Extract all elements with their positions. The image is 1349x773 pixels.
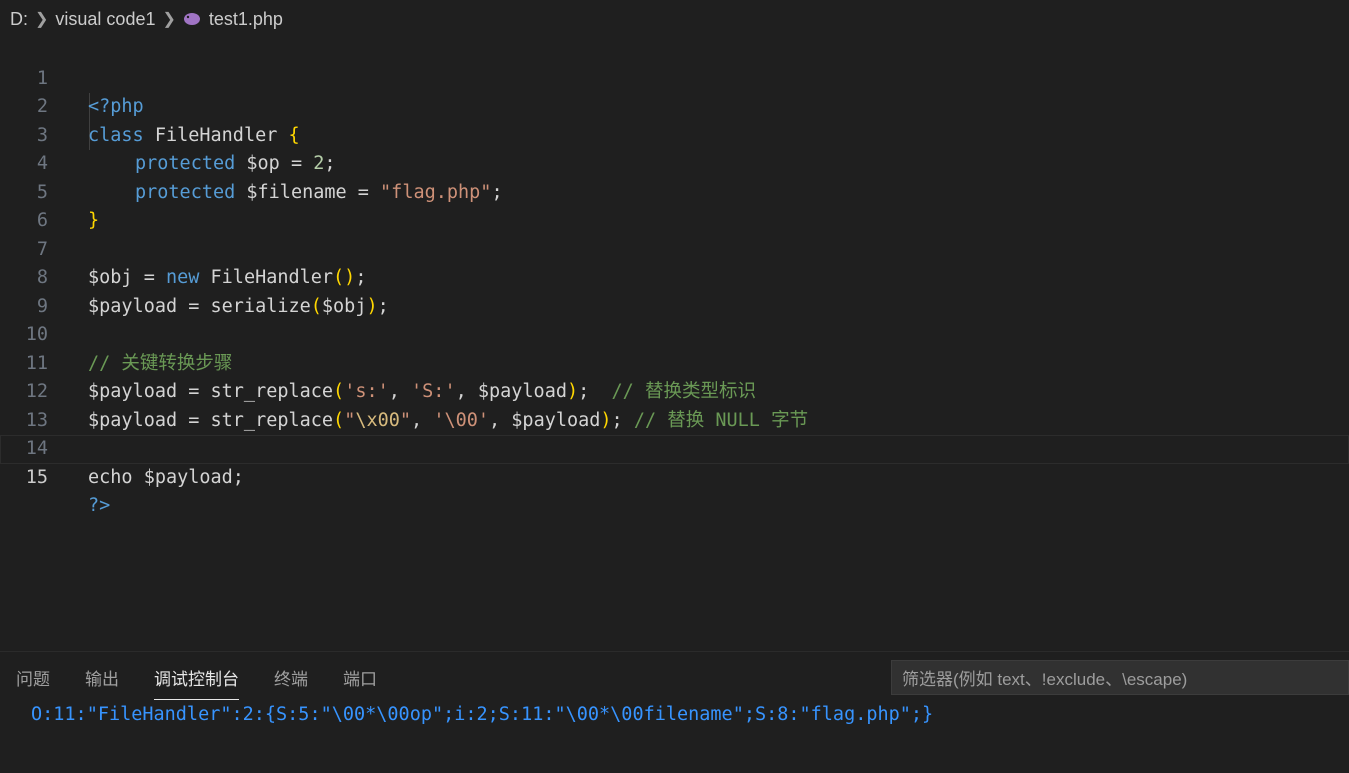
tab-terminal[interactable]: 终端 xyxy=(274,662,308,698)
code-editor[interactable]: 1 <?php 2 class FileHandler { 3 protecte… xyxy=(0,36,1349,652)
code-line[interactable]: 10 // 关键转换步骤 xyxy=(0,293,1349,374)
code-line[interactable]: 4 protected $filename = "flag.php"; xyxy=(0,122,1349,203)
line-number-active: 15 xyxy=(25,466,48,488)
statement: echo $payload; xyxy=(88,466,244,488)
code-line[interactable]: 13 xyxy=(0,378,1349,431)
code-line[interactable]: 3 protected $op = 2; xyxy=(0,93,1349,175)
tab-debug-console[interactable]: 调试控制台 xyxy=(154,662,239,700)
breadcrumb-file[interactable]: test1.php xyxy=(209,9,283,30)
code-line[interactable]: 14 echo $payload; xyxy=(0,407,1349,488)
code-line[interactable]: 8 $payload = serialize($obj); xyxy=(0,236,1349,317)
code-line[interactable]: 9 xyxy=(0,264,1349,317)
php-elephant-icon xyxy=(183,12,201,26)
code-line[interactable]: 7 $obj = new FileHandler(); xyxy=(0,207,1349,289)
code-line[interactable]: 5 } xyxy=(0,150,1349,232)
code-line[interactable]: 1 <?php xyxy=(0,36,1349,118)
filter-placeholder: 筛选器(例如 text、!exclude、\escape) xyxy=(902,670,1188,689)
current-code-line[interactable]: 15 ?> xyxy=(0,435,1349,517)
code-line[interactable]: 12 $payload = str_replace("\x00", '\00',… xyxy=(0,350,1349,431)
debug-output: O:11:"FileHandler":2:{S:5:"\00*\00op";i:… xyxy=(31,704,934,725)
php-close-tag: ?> xyxy=(88,495,111,516)
breadcrumb-drive[interactable]: D: xyxy=(10,9,28,30)
breadcrumb-folder[interactable]: visual code1 xyxy=(55,9,155,30)
bottom-panel: 问题 输出 调试控制台 终端 端口 筛选器(例如 text、!exclude、\… xyxy=(0,651,1349,773)
filter-input[interactable]: 筛选器(例如 text、!exclude、\escape) xyxy=(891,660,1349,695)
code-line[interactable]: 11 $payload = str_replace('s:', 'S:', $p… xyxy=(0,321,1349,403)
chevron-right-icon: ❯ xyxy=(162,11,176,28)
chevron-right-icon: ❯ xyxy=(35,11,49,28)
code-line[interactable]: 2 class FileHandler { xyxy=(0,65,1349,146)
panel-tabs: 问题 输出 调试控制台 终端 端口 xyxy=(0,660,396,700)
tab-output[interactable]: 输出 xyxy=(85,662,119,698)
breadcrumb: D: ❯ visual code1 ❯ test1.php xyxy=(0,0,1349,38)
code-line[interactable]: 6 xyxy=(0,179,1349,231)
tab-problems[interactable]: 问题 xyxy=(16,662,50,698)
tab-ports[interactable]: 端口 xyxy=(343,662,377,698)
